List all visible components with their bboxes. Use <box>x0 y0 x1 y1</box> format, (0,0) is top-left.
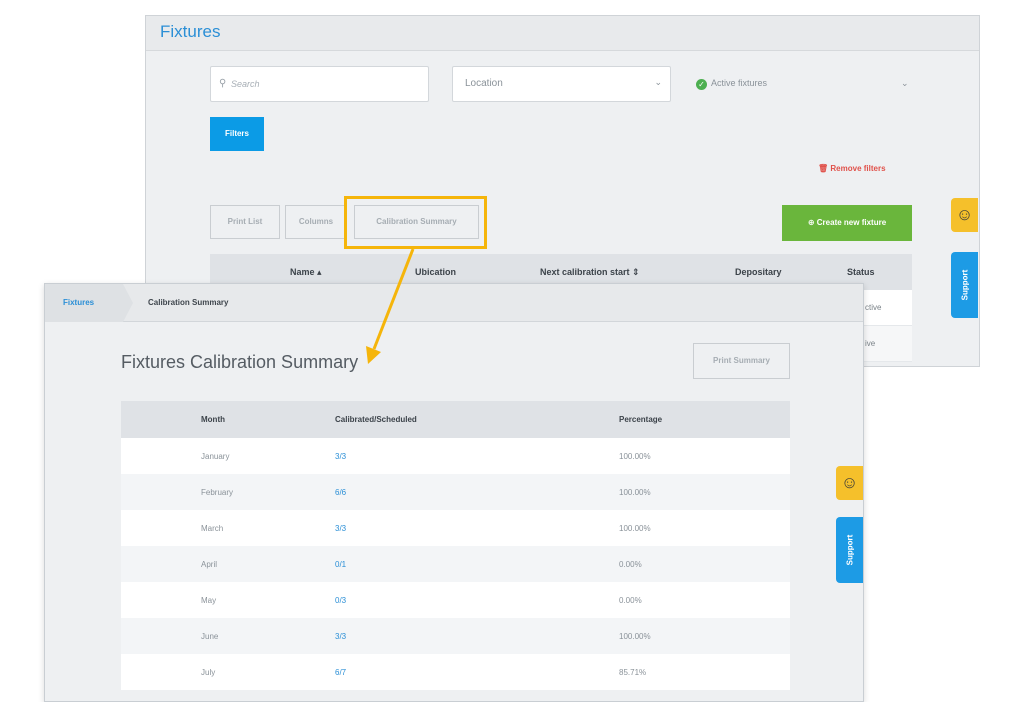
percentage-cell: 100.00% <box>619 632 651 641</box>
table-row: March 3/3 100.00% <box>121 510 790 546</box>
calibrated-link[interactable]: 6/6 <box>335 488 346 497</box>
chevron-down-icon[interactable]: ⌄ <box>901 78 909 89</box>
breadcrumb-separator <box>123 284 133 322</box>
calibrated-link[interactable]: 0/1 <box>335 560 346 569</box>
month-cell: January <box>201 452 230 461</box>
support-tab[interactable]: Support <box>836 517 863 583</box>
feedback-smiley-button[interactable]: ☺ <box>951 198 978 232</box>
calibrated-link[interactable]: 3/3 <box>335 452 346 461</box>
table-row: July 6/7 85.71% <box>121 654 790 690</box>
trash-icon: 🗑 <box>818 164 831 173</box>
page-title: Fixtures <box>160 22 221 41</box>
summary-table-body: January 3/3 100.00% February 6/6 100.00%… <box>121 438 790 690</box>
month-cell: June <box>201 632 219 641</box>
status-cell: ctive <box>865 303 882 312</box>
callout-highlight <box>344 196 487 249</box>
column-header-status[interactable]: Status <box>847 267 875 277</box>
smiley-icon: ☺ <box>840 473 859 492</box>
location-select-value: Location <box>465 78 503 89</box>
support-label: Support <box>845 534 854 566</box>
breadcrumb-fixtures-label: Fixtures <box>63 298 95 307</box>
column-header-next-calibration-label: Next calibration start <box>540 267 630 277</box>
columns-button[interactable]: Columns <box>285 205 347 239</box>
month-cell: July <box>201 668 216 677</box>
support-label: Support <box>960 269 969 301</box>
status-cell: ive <box>865 339 876 348</box>
table-row: May 0/3 0.00% <box>121 582 790 618</box>
column-header-next-calibration[interactable]: Next calibration start ⇕ <box>540 267 640 278</box>
breadcrumb-current: Calibration Summary <box>148 298 229 307</box>
table-row: January 3/3 100.00% <box>121 438 790 474</box>
calibrated-link[interactable]: 0/3 <box>335 596 346 605</box>
search-placeholder: Search <box>231 79 260 89</box>
remove-filters-label: Remove filters <box>830 164 886 173</box>
percentage-cell: 85.71% <box>619 668 647 677</box>
remove-filters-link[interactable]: 🗑 Remove filters <box>818 164 886 173</box>
chevron-down-icon: ⌄ <box>654 77 662 87</box>
column-header-ubication[interactable]: Ubication <box>415 267 456 277</box>
percentage-cell: 100.00% <box>619 524 651 533</box>
sort-up-icon: ▴ <box>317 267 322 277</box>
percentage-cell: 100.00% <box>619 452 651 461</box>
column-header-calibrated: Calibrated/Scheduled <box>335 415 417 424</box>
search-icon: ⚲ <box>219 78 227 89</box>
percentage-cell: 0.00% <box>619 560 642 569</box>
table-row: February 6/6 100.00% <box>121 474 790 510</box>
column-header-name-label: Name <box>290 267 315 277</box>
support-tab[interactable]: Support <box>951 252 978 318</box>
breadcrumb: Fixtures Calibration Summary <box>45 284 863 322</box>
calibrated-link[interactable]: 3/3 <box>335 524 346 533</box>
fixtures-header: Fixtures <box>146 16 979 51</box>
month-cell: May <box>201 596 217 605</box>
month-cell: April <box>201 560 218 569</box>
calibration-summary-table: Month Calibrated/Scheduled Percentage Ja… <box>121 401 790 690</box>
create-new-fixture-label: Create new fixture <box>816 218 887 227</box>
check-circle-icon: ✓ <box>696 79 707 90</box>
column-header-name[interactable]: Name ▴ <box>290 267 322 278</box>
column-header-percentage: Percentage <box>619 415 663 424</box>
active-fixtures-select[interactable]: ✓ Active fixtures <box>696 78 767 90</box>
plus-circle-icon: ⊕ <box>807 218 817 227</box>
calibration-summary-panel: Fixtures Calibration Summary Fixtures Ca… <box>44 283 864 702</box>
percentage-cell: 0.00% <box>619 596 642 605</box>
column-header-depositary[interactable]: Depositary <box>735 267 782 277</box>
filters-button[interactable]: Filters <box>210 117 264 151</box>
search-input[interactable]: ⚲ Search <box>210 66 429 102</box>
calibrated-link[interactable]: 3/3 <box>335 632 346 641</box>
screenshot-stage: Fixtures ⚲ Search Location ⌄ ✓ Active fix… <box>0 0 1024 702</box>
create-new-fixture-button[interactable]: ⊕ Create new fixture <box>782 205 912 241</box>
breadcrumb-fixtures[interactable]: Fixtures <box>45 284 123 322</box>
location-select[interactable]: Location ⌄ <box>452 66 671 102</box>
month-cell: February <box>201 488 234 497</box>
table-row: June 3/3 100.00% <box>121 618 790 654</box>
summary-table-header: Month Calibrated/Scheduled Percentage <box>121 401 790 438</box>
calibrated-link[interactable]: 6/7 <box>335 668 346 677</box>
summary-title: Fixtures Calibration Summary <box>121 352 359 372</box>
print-list-button[interactable]: Print List <box>210 205 280 239</box>
column-header-month: Month <box>201 415 225 424</box>
month-cell: March <box>201 524 224 533</box>
feedback-smiley-button[interactable]: ☺ <box>836 466 863 500</box>
print-summary-button[interactable]: Print Summary <box>693 343 790 379</box>
active-fixtures-value: Active fixtures <box>711 78 768 88</box>
smiley-icon: ☺ <box>955 205 974 224</box>
sort-icon: ⇕ <box>632 267 640 277</box>
table-row: April 0/1 0.00% <box>121 546 790 582</box>
percentage-cell: 100.00% <box>619 488 651 497</box>
